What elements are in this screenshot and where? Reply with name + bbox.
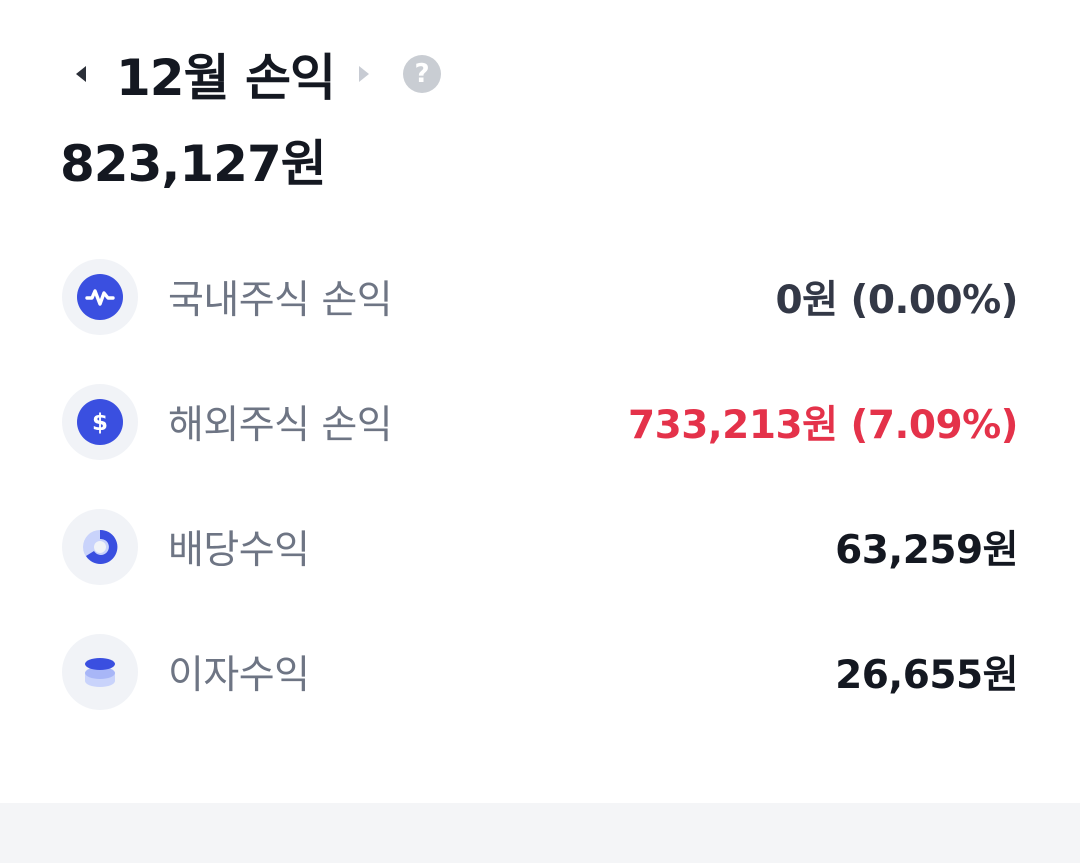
caret-right-icon[interactable] <box>359 66 369 82</box>
row-value: 733,213원 (7.09%) <box>627 403 1019 448</box>
question-circle-icon[interactable]: ? <box>403 55 441 93</box>
month-header: 12월 손익 ? <box>62 36 441 112</box>
list-item-interest[interactable]: 이자수익 26,655원 <box>62 632 1018 712</box>
coin-stack-icon <box>62 634 138 710</box>
section-divider <box>0 803 1080 863</box>
svg-text:$: $ <box>92 410 108 436</box>
pie-chart-icon <box>62 509 138 585</box>
row-value: 63,259원 <box>835 528 1018 573</box>
list-item-dividend[interactable]: 배당수익 63,259원 <box>62 507 1018 587</box>
list-item-domestic-stock[interactable]: 국내주식 손익 0원 (0.00%) <box>62 257 1018 337</box>
total-profit: 823,127원 <box>60 135 327 193</box>
row-label: 이자수익 <box>168 653 310 698</box>
caret-left-icon[interactable] <box>76 66 86 82</box>
row-label: 배당수익 <box>168 528 310 573</box>
dollar-icon: $ <box>62 384 138 460</box>
row-value: 0원 (0.00%) <box>775 278 1018 323</box>
row-label: 국내주식 손익 <box>168 278 393 323</box>
row-value: 26,655원 <box>835 653 1018 698</box>
page-title: 12월 손익 <box>116 49 336 107</box>
row-label: 해외주식 손익 <box>168 403 393 448</box>
list-item-overseas-stock[interactable]: $ 해외주식 손익 733,213원 (7.09%) <box>62 382 1019 462</box>
won-pulse-icon <box>62 259 138 335</box>
